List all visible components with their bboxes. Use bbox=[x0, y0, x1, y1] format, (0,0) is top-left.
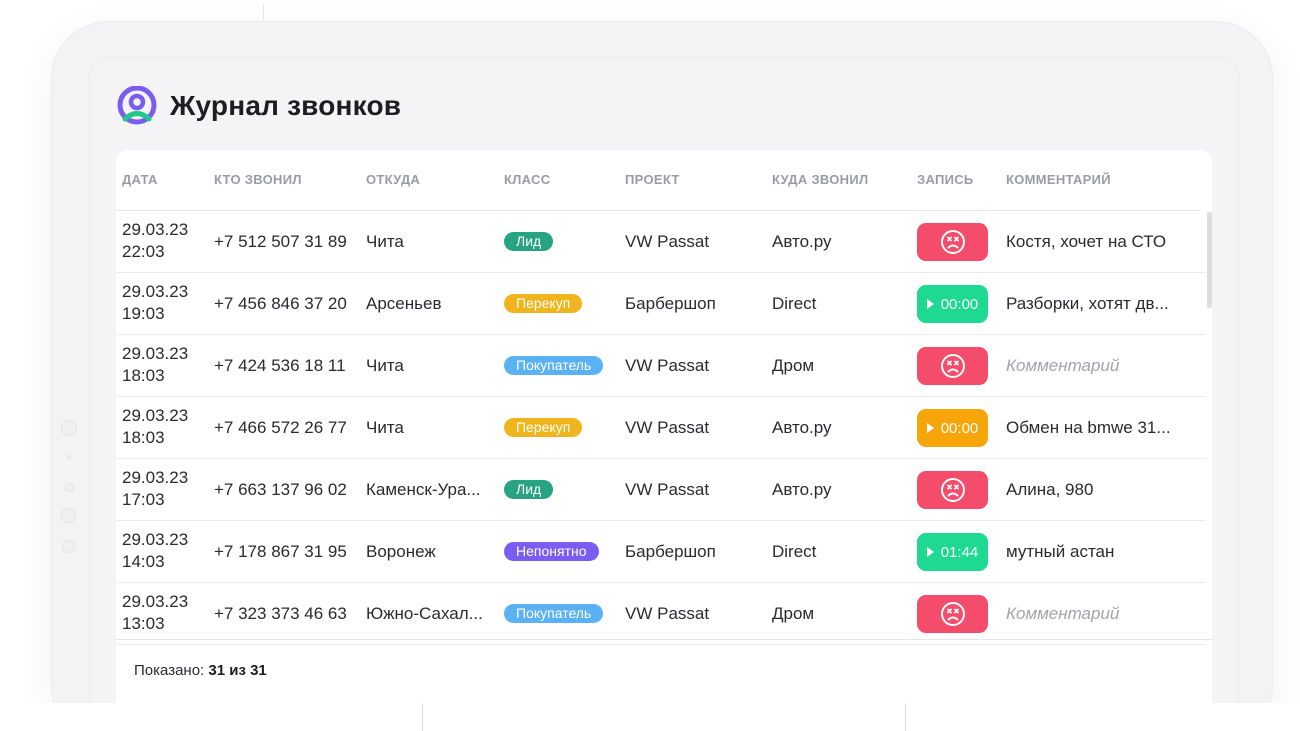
caller-phone: +7 323 373 46 63 bbox=[214, 604, 347, 623]
shown-count-value: 31 из 31 bbox=[208, 662, 267, 679]
caller-city: Чита bbox=[366, 418, 404, 437]
caller-phone: +7 456 846 37 20 bbox=[214, 294, 347, 313]
shown-count: Показано: 31 из 31 bbox=[134, 662, 267, 679]
sad-face-icon bbox=[940, 478, 965, 502]
called-to: Авто.ру bbox=[772, 232, 832, 251]
column-header-called-to[interactable]: Куда звонил bbox=[772, 172, 868, 187]
play-icon bbox=[926, 423, 934, 433]
class-badge[interactable]: Покупатель bbox=[504, 604, 604, 623]
comment-field[interactable]: Комментарий bbox=[1006, 355, 1196, 377]
record-button[interactable]: 00:00 bbox=[917, 285, 988, 323]
class-badge[interactable]: Лид bbox=[504, 232, 554, 251]
class-badge[interactable]: Перекуп bbox=[504, 418, 583, 437]
sad-face-icon bbox=[940, 230, 965, 254]
bottom-divider bbox=[905, 703, 906, 731]
table-row[interactable]: 29.03.23 18:03 +7 466 572 26 77 Чита Переку… bbox=[116, 397, 1206, 459]
side-button bbox=[61, 420, 77, 436]
project-name: VW Passat bbox=[625, 604, 710, 623]
column-header-record[interactable]: Запись bbox=[917, 172, 974, 187]
call-date: 29.03.23 22:03 bbox=[122, 220, 189, 261]
calls-table-card: Дата Кто звонил Откуда Класс Проект Куда… bbox=[116, 150, 1212, 731]
sad-face-icon bbox=[940, 354, 965, 378]
column-header-caller[interactable]: Кто звонил bbox=[214, 172, 302, 187]
call-date: 29.03.23 14:03 bbox=[122, 530, 189, 571]
class-badge[interactable]: Непонятно bbox=[504, 542, 599, 561]
comment-field[interactable]: мутный астан bbox=[1006, 541, 1196, 563]
comment-field[interactable]: Обмен на bmwe 31... bbox=[1006, 417, 1196, 439]
column-header-from[interactable]: Откуда bbox=[366, 172, 420, 187]
caller-city: Арсеньев bbox=[366, 294, 442, 313]
caller-city: Южно-Сахал... bbox=[366, 604, 483, 623]
side-button bbox=[62, 540, 75, 553]
side-dot bbox=[65, 483, 74, 492]
record-button[interactable] bbox=[917, 471, 988, 509]
record-duration: 01:44 bbox=[940, 543, 979, 561]
call-date: 29.03.23 18:03 bbox=[122, 406, 189, 447]
bottom-divider bbox=[422, 703, 423, 731]
record-button[interactable]: 00:00 bbox=[917, 409, 988, 447]
caller-city: Чита bbox=[366, 232, 404, 251]
side-button bbox=[61, 508, 76, 523]
call-date: 29.03.23 18:03 bbox=[122, 344, 189, 385]
comment-field[interactable]: Разборки, хотят дв... bbox=[1006, 293, 1196, 315]
called-to: Дром bbox=[772, 356, 815, 375]
play-icon bbox=[926, 547, 934, 557]
project-name: VW Passat bbox=[625, 232, 710, 251]
table-row[interactable]: 29.03.23 19:03 +7 456 846 37 20 Арсеньев Пе… bbox=[116, 273, 1206, 335]
call-date: 29.03.23 13:03 bbox=[122, 592, 189, 633]
column-header-class[interactable]: Класс bbox=[504, 172, 550, 187]
page-header: Журнал звонков bbox=[116, 86, 401, 126]
decor-line bbox=[263, 4, 264, 20]
play-icon bbox=[926, 299, 934, 309]
caller-phone: +7 424 536 18 11 bbox=[214, 356, 346, 375]
class-badge[interactable]: Покупатель bbox=[504, 356, 604, 375]
comment-field[interactable]: Комментарий bbox=[1006, 603, 1196, 625]
table-row[interactable]: 29.03.23 22:03 +7 512 507 31 89 Чита Лид VW … bbox=[116, 211, 1206, 273]
class-badge[interactable]: Лид bbox=[504, 480, 554, 499]
side-dot bbox=[67, 455, 71, 459]
call-date: 29.03.23 19:03 bbox=[122, 282, 189, 323]
called-to: Дром bbox=[772, 604, 815, 623]
project-name: Барбершоп bbox=[625, 294, 716, 313]
column-header-date[interactable]: Дата bbox=[122, 172, 158, 187]
table-row[interactable]: 29.03.23 17:03 +7 663 137 96 02 Каменск-Ур… bbox=[116, 459, 1206, 521]
project-name: VW Passat bbox=[625, 356, 710, 375]
caller-city: Воронеж bbox=[366, 542, 436, 561]
table-row[interactable]: 29.03.23 13:03 +7 323 373 46 63 Южно-Сахал… bbox=[116, 583, 1206, 645]
class-badge[interactable]: Перекуп bbox=[504, 294, 583, 313]
table-row[interactable]: 29.03.23 18:03 +7 424 536 18 11 Чита Покупа… bbox=[116, 335, 1206, 397]
record-button[interactable]: 01:44 bbox=[917, 533, 988, 571]
column-header-comment[interactable]: Комментарий bbox=[1006, 172, 1111, 187]
page-title: Журнал звонков bbox=[170, 90, 402, 121]
sad-face-icon bbox=[940, 602, 965, 626]
caller-phone: +7 466 572 26 77 bbox=[214, 418, 347, 437]
bottom-strip bbox=[0, 703, 1300, 731]
project-name: VW Passat bbox=[625, 418, 710, 437]
project-name: Барбершоп bbox=[625, 542, 716, 561]
caller-phone: +7 512 507 31 89 bbox=[214, 232, 347, 251]
called-to: Авто.ру bbox=[772, 480, 832, 499]
app-logo-icon bbox=[117, 86, 157, 125]
project-name: VW Passat bbox=[625, 480, 710, 499]
call-date: 29.03.23 17:03 bbox=[122, 468, 189, 509]
called-to: Direct bbox=[772, 294, 817, 313]
called-to: Авто.ру bbox=[772, 418, 832, 437]
record-button[interactable] bbox=[917, 595, 988, 633]
caller-city: Чита bbox=[366, 356, 404, 375]
caller-phone: +7 663 137 96 02 bbox=[214, 480, 347, 499]
record-button[interactable] bbox=[917, 223, 988, 261]
shown-count-label: Показано: bbox=[134, 662, 205, 679]
table-header: Дата Кто звонил Откуда Класс Проект Куда… bbox=[116, 150, 1200, 211]
comment-field[interactable]: Костя, хочет на СТО bbox=[1006, 231, 1196, 253]
caller-phone: +7 178 867 31 95 bbox=[214, 542, 347, 561]
column-header-project[interactable]: Проект bbox=[625, 172, 680, 187]
table-row[interactable]: 29.03.23 14:03 +7 178 867 31 95 Воронеж Неп… bbox=[116, 521, 1206, 583]
called-to: Direct bbox=[772, 542, 817, 561]
comment-field[interactable]: Алина, 980 bbox=[1006, 479, 1196, 501]
scrollbar-thumb[interactable] bbox=[1207, 212, 1212, 308]
record-duration: 00:00 bbox=[940, 295, 979, 313]
record-duration: 00:00 bbox=[940, 419, 979, 437]
caller-city: Каменск-Ура... bbox=[366, 480, 481, 499]
record-button[interactable] bbox=[917, 347, 988, 385]
